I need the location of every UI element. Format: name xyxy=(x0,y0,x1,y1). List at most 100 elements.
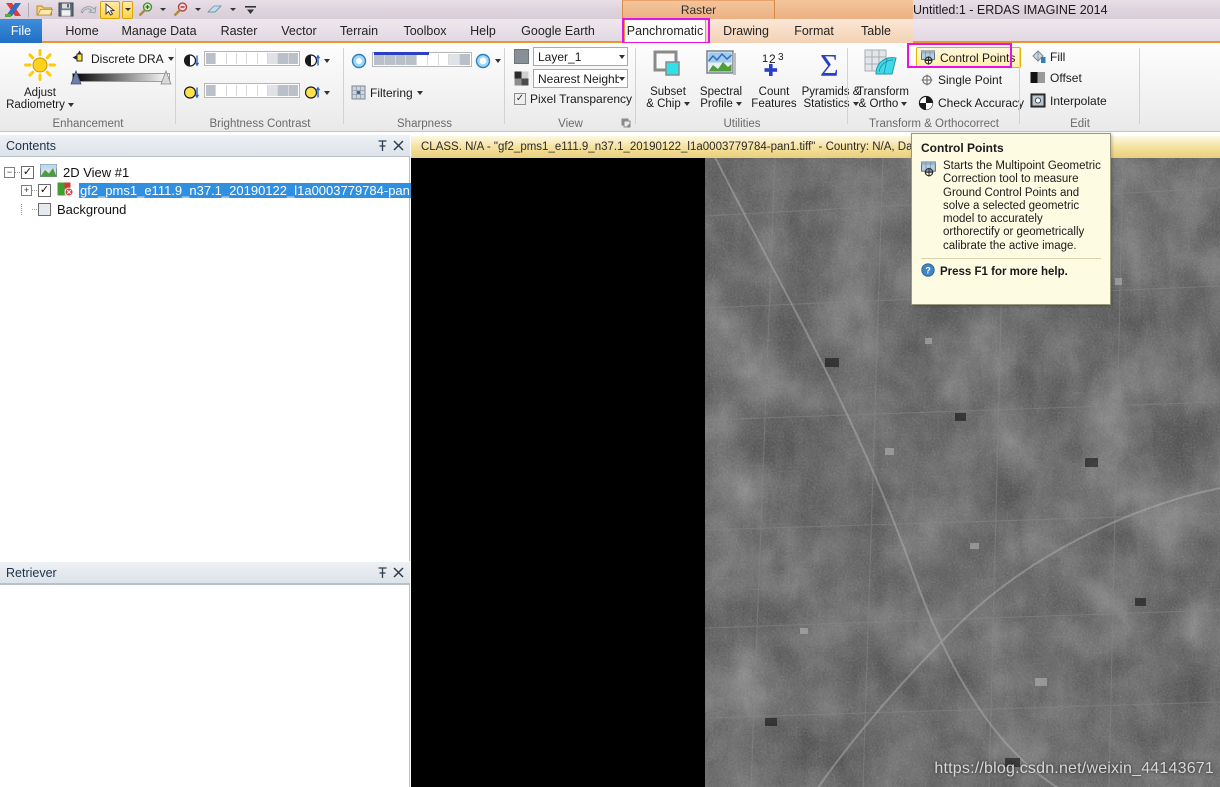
zoom-in-dropdown[interactable] xyxy=(157,1,168,19)
group-label-utilities: Utilities xyxy=(723,118,761,130)
select-arrow-dropdown[interactable] xyxy=(122,0,133,19)
spectral-profile-dropdown-icon[interactable] xyxy=(735,102,742,106)
tab-file[interactable]: File xyxy=(0,19,42,43)
single-point-icon xyxy=(921,74,933,86)
tab-vector[interactable]: Vector xyxy=(272,19,326,43)
tab-toolbox[interactable]: Toolbox xyxy=(394,19,456,43)
raster-layer-icon xyxy=(57,182,74,199)
pin-icon[interactable] xyxy=(374,565,390,581)
count-features-button[interactable]: 1 2 3 Count Features xyxy=(748,48,800,110)
spectral-profile-button[interactable]: Spectral Profile xyxy=(695,48,747,110)
retriever-panel-title: Retriever xyxy=(6,565,57,580)
sigma-icon: Σ xyxy=(813,47,849,85)
erdas-logo-icon[interactable] xyxy=(3,1,23,19)
pixel-transparency-check-icon[interactable]: ✓ xyxy=(514,93,526,105)
contrast-decrease-button[interactable] xyxy=(184,85,199,100)
tab-help[interactable]: Help xyxy=(462,19,504,43)
save-icon[interactable] xyxy=(56,1,76,19)
close-icon[interactable] xyxy=(390,565,406,581)
layer-select[interactable]: Layer_1 xyxy=(533,47,628,66)
spectral-profile-label-line2: Profile xyxy=(700,98,733,110)
brightness-slider[interactable] xyxy=(204,51,300,66)
zoom-in-icon[interactable] xyxy=(135,1,155,19)
transform-ortho-label-line2: & Ortho xyxy=(858,98,899,110)
contrast-dropdown-icon[interactable] xyxy=(324,90,330,95)
zoom-out-dropdown[interactable] xyxy=(192,1,203,19)
transform-ortho-dropdown-icon[interactable] xyxy=(901,102,908,106)
close-icon[interactable] xyxy=(390,138,406,154)
tree-label-raster-layer: gf2_pms1_e111.9_n37.1_20190122_l1a000377… xyxy=(79,182,436,198)
view-dialog-launcher-icon[interactable] xyxy=(621,118,632,129)
zoom-out-icon[interactable] xyxy=(170,1,190,19)
layer-select-caret[interactable] xyxy=(619,54,625,59)
expander-collapse-icon[interactable]: − xyxy=(4,166,15,178)
tab-table[interactable]: Table xyxy=(852,19,900,43)
single-point-button[interactable]: Single Point xyxy=(920,73,1002,87)
tab-raster[interactable]: Raster xyxy=(212,19,266,43)
contrast-increase-button[interactable] xyxy=(305,85,330,100)
tooltip-divider xyxy=(921,258,1101,260)
tree-checkbox-background[interactable] xyxy=(38,202,51,216)
resample-method-caret[interactable] xyxy=(619,76,625,81)
customize-qat-icon[interactable] xyxy=(240,1,260,19)
check-accuracy-icon xyxy=(918,95,934,111)
resample-method-select[interactable]: Nearest Neighb‹ xyxy=(533,69,628,88)
discrete-dra-dropdown-icon[interactable] xyxy=(167,57,174,61)
contrast-up-icon xyxy=(305,86,320,99)
brightness-increase-button[interactable] xyxy=(305,53,330,68)
svg-text:Σ: Σ xyxy=(820,48,839,82)
undo-icon[interactable] xyxy=(78,1,98,19)
discrete-dra-button[interactable]: Discrete DRA xyxy=(72,50,174,68)
tab-manage-data[interactable]: Manage Data xyxy=(112,19,206,43)
interpolate-icon xyxy=(1030,93,1046,108)
eraser-dropdown[interactable] xyxy=(227,1,238,19)
resample-method-value: Nearest Neighb‹ xyxy=(538,71,619,86)
pin-icon[interactable] xyxy=(374,138,390,154)
tab-panchromatic[interactable]: Panchromatic xyxy=(624,19,706,44)
sharpness-decrease-button[interactable] xyxy=(351,53,367,72)
fill-label: Fill xyxy=(1050,49,1066,64)
tree-checkbox-2d-view[interactable]: ✓ xyxy=(21,165,34,179)
qat-separator xyxy=(28,2,29,17)
tree-item-background[interactable]: Background xyxy=(4,200,126,218)
select-arrow-icon[interactable] xyxy=(100,0,120,19)
offset-button[interactable]: Offset xyxy=(1030,71,1082,85)
check-accuracy-button[interactable]: Check Accuracy xyxy=(918,95,1024,111)
brightness-dropdown-icon[interactable] xyxy=(324,58,330,63)
retriever-panel-body xyxy=(0,584,410,787)
transform-and-ortho-button[interactable]: Transform & Ortho xyxy=(852,48,914,110)
tab-google-earth[interactable]: Google Earth xyxy=(510,19,606,43)
tree-item-raster-layer[interactable]: + ✓ gf2_pms1_e111.9_n37.1_20190122_l1a00… xyxy=(4,181,436,199)
contrast-slider[interactable] xyxy=(204,83,300,98)
tree-label-background: Background xyxy=(57,201,127,217)
adjust-radiometry-dropdown-icon[interactable] xyxy=(67,103,74,107)
sharpness-increase-button[interactable] xyxy=(475,53,501,69)
eraser-icon[interactable] xyxy=(205,1,225,19)
sharpness-dropdown-icon[interactable] xyxy=(495,59,501,63)
open-folder-icon[interactable] xyxy=(34,1,54,19)
brightness-decrease-button[interactable] xyxy=(184,53,199,68)
sharpness-slider-fill xyxy=(374,52,429,55)
interpolate-button[interactable]: Interpolate xyxy=(1030,93,1107,108)
tab-home[interactable]: Home xyxy=(56,19,108,43)
tree-item-2d-view[interactable]: − ✓ 2D View #1 xyxy=(4,163,129,181)
expander-expand-icon[interactable]: + xyxy=(21,184,32,196)
subset-chip-label-line2: & Chip xyxy=(646,98,681,110)
pixel-transparency-checkbox[interactable]: ✓ Pixel Transparency xyxy=(514,92,632,106)
filtering-button[interactable]: Filtering xyxy=(351,85,423,100)
control-points-button[interactable]: Control Points xyxy=(916,47,1022,68)
control-points-icon xyxy=(921,161,937,253)
dra-gradient-slider[interactable] xyxy=(70,69,172,85)
filtering-dropdown-icon[interactable] xyxy=(416,90,423,95)
tab-format[interactable]: Format xyxy=(786,19,842,43)
single-point-label: Single Point xyxy=(938,73,1003,87)
tab-terrain[interactable]: Terrain xyxy=(330,19,388,43)
tab-drawing[interactable]: Drawing xyxy=(716,19,776,43)
fill-button[interactable]: Fill xyxy=(1030,49,1065,64)
sun-icon xyxy=(23,48,57,85)
subset-chip-dropdown-icon[interactable] xyxy=(683,102,690,106)
ribbon-group-view: Layer_1 Nearest Neighb‹ ✓ Pixel Transpar… xyxy=(505,43,636,132)
subset-and-chip-button[interactable]: Subset & Chip xyxy=(642,48,694,110)
adjust-radiometry-button[interactable]: Adjust Radiometry xyxy=(6,48,74,111)
tree-checkbox-raster-layer[interactable]: ✓ xyxy=(38,183,51,197)
